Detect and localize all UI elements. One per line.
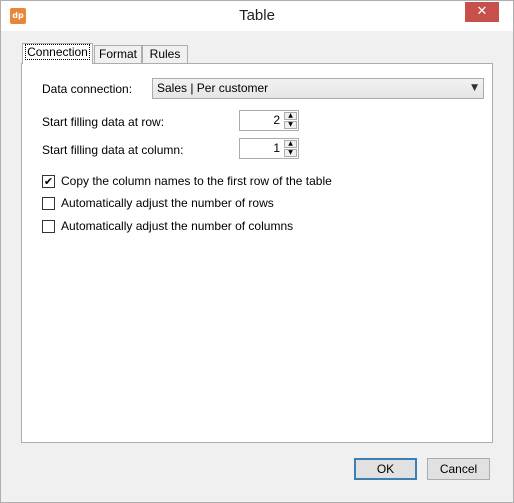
adjust-columns-checkbox[interactable]	[42, 220, 55, 233]
ok-button[interactable]: OK	[354, 458, 417, 480]
copy-column-names-label: Copy the column names to the first row o…	[61, 174, 332, 188]
adjust-rows-label: Automatically adjust the number of rows	[61, 196, 274, 210]
adjust-rows-checkbox[interactable]	[42, 197, 55, 210]
start-row-spin-buttons: ▲ ▼	[284, 112, 297, 129]
spin-down-icon[interactable]: ▼	[284, 121, 297, 129]
chevron-down-icon: ▼	[471, 83, 478, 93]
start-row-stepper[interactable]: 2 ▲ ▼	[239, 110, 299, 131]
spin-up-icon[interactable]: ▲	[284, 112, 297, 120]
copy-column-names-checkbox[interactable]: ✔	[42, 175, 55, 188]
start-row-value[interactable]: 2	[240, 111, 283, 130]
title-bar: dp Table ✕	[1, 1, 513, 31]
tab-connection[interactable]: Connection	[22, 43, 93, 64]
tab-rules-label: Rules	[149, 47, 181, 61]
connection-panel: Data connection: Sales | Per customer ▼ …	[21, 63, 493, 443]
data-connection-dropdown[interactable]: Sales | Per customer ▼	[152, 78, 484, 99]
close-button[interactable]: ✕	[465, 2, 499, 22]
spin-up-icon[interactable]: ▲	[284, 140, 297, 148]
window-title: Table	[239, 7, 275, 24]
start-column-spin-buttons: ▲ ▼	[284, 140, 297, 157]
tab-format[interactable]: Format	[94, 45, 142, 64]
start-column-stepper[interactable]: 1 ▲ ▼	[239, 138, 299, 159]
table-dialog: dp Table ✕ Connection Format Rules Data …	[0, 0, 514, 503]
tab-connection-label: Connection	[25, 44, 90, 60]
start-column-label: Start filling data at column:	[42, 143, 184, 157]
start-row-label: Start filling data at row:	[42, 115, 165, 129]
start-column-value[interactable]: 1	[240, 139, 283, 158]
cancel-button[interactable]: Cancel	[427, 458, 490, 480]
data-connection-value: Sales | Per customer	[157, 81, 269, 95]
data-connection-label: Data connection:	[42, 82, 133, 96]
adjust-columns-label: Automatically adjust the number of colum…	[61, 219, 294, 233]
tab-format-label: Format	[98, 47, 137, 61]
tab-rules[interactable]: Rules	[142, 45, 188, 64]
spin-down-icon[interactable]: ▼	[284, 149, 297, 157]
